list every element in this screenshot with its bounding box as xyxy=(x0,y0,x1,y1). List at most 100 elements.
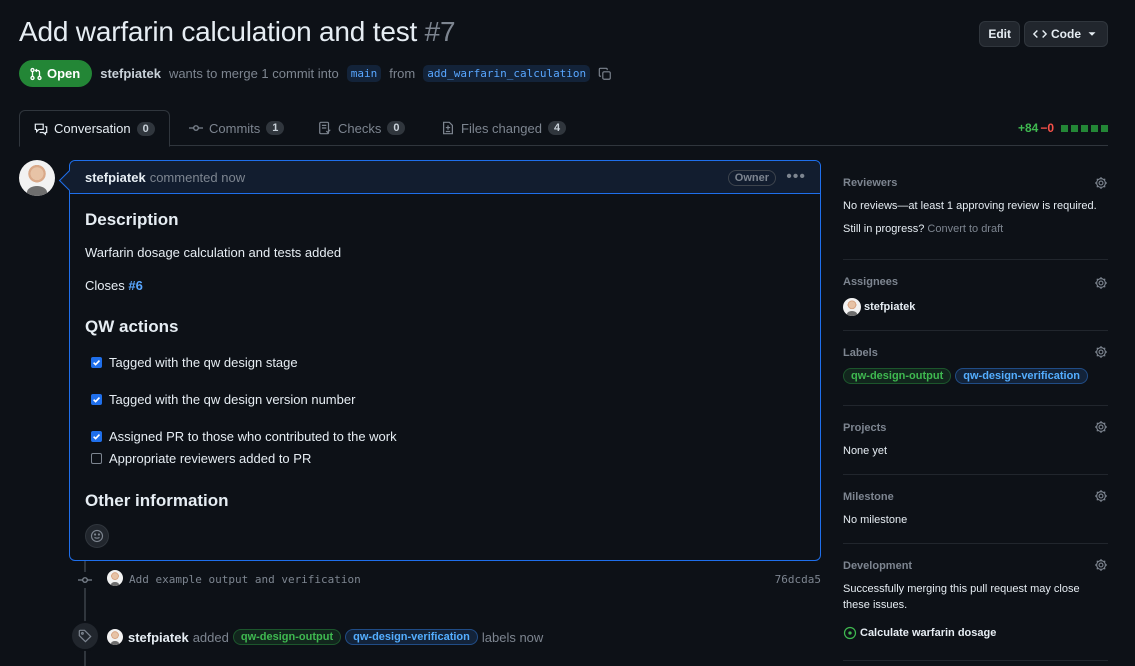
reaction-button[interactable] xyxy=(85,524,109,548)
task-item: Tagged with the qw design stage xyxy=(91,355,298,370)
section-title[interactable]: Labels xyxy=(843,347,878,359)
avatar[interactable] xyxy=(19,160,55,196)
section-title[interactable]: Reviewers xyxy=(843,177,897,189)
task-item: Assigned PR to those who contributed to … xyxy=(91,429,397,444)
comment-author[interactable]: stefpiatek xyxy=(85,170,146,185)
closes-text: Closes xyxy=(85,278,125,293)
file-diff-icon xyxy=(443,121,453,135)
head-branch[interactable]: add_warfarin_calculation xyxy=(423,65,591,82)
gear-icon[interactable] xyxy=(1094,345,1108,359)
commit-icon xyxy=(189,125,203,131)
sidebar-reviewers: Reviewers No reviews—at least 1 approvin… xyxy=(843,160,1108,260)
task-label: Tagged with the qw design version number xyxy=(109,392,356,407)
linked-issue[interactable]: Calculate warfarin dosage xyxy=(843,626,996,640)
gear-icon[interactable] xyxy=(1094,420,1108,434)
header-actions: Edit Code xyxy=(979,21,1108,47)
tab-conversation[interactable]: Conversation 0 xyxy=(19,110,170,147)
checkbox-checked[interactable] xyxy=(91,431,102,442)
copy-icon[interactable] xyxy=(598,67,612,81)
section-title[interactable]: Development xyxy=(843,560,912,572)
sidebar-development: Development Successfully merging this pu… xyxy=(843,544,1108,661)
sidebar-projects: Projects None yet xyxy=(843,406,1108,475)
issue-link[interactable]: #6 xyxy=(128,278,142,293)
event-author[interactable]: stefpiatek xyxy=(128,630,189,645)
convert-to-draft-link[interactable]: Convert to draft xyxy=(927,223,1003,235)
task-label: Appropriate reviewers added to PR xyxy=(109,451,312,466)
closes-line: Closes #6 xyxy=(85,278,143,293)
diffstat: +84 −0 xyxy=(1018,121,1108,135)
comment-discussion-icon xyxy=(34,123,48,136)
task-item: Tagged with the qw design version number xyxy=(91,392,355,407)
comment-action: commented now xyxy=(149,169,246,185)
author-link[interactable]: stefpiatek xyxy=(100,66,161,81)
diffstat-block xyxy=(1101,124,1108,132)
edit-button[interactable]: Edit xyxy=(979,21,1020,47)
development-text-2: these issues. xyxy=(843,599,908,611)
linked-issue-title: Calculate warfarin dosage xyxy=(860,627,997,639)
timeline-label-event xyxy=(70,621,100,651)
label-qw-design-output[interactable]: qw-design-output xyxy=(232,629,342,645)
gear-icon[interactable] xyxy=(1094,176,1108,190)
code-button[interactable]: Code xyxy=(1024,21,1108,47)
milestone-text: No milestone xyxy=(843,514,908,526)
event-action: added xyxy=(192,629,229,645)
commit-sha[interactable]: 76dcda5 xyxy=(775,573,821,586)
section-title[interactable]: Projects xyxy=(843,422,886,434)
code-button-label: Code xyxy=(1051,27,1081,41)
tab-checks[interactable]: Checks 0 xyxy=(304,110,419,146)
event-suffix: labels now xyxy=(481,629,544,645)
label-qw-design-verification[interactable]: qw-design-verification xyxy=(955,368,1089,384)
task-item: Appropriate reviewers added to PR xyxy=(91,451,311,466)
pr-meta: Open stefpiatek wants to merge 1 commit … xyxy=(19,60,612,87)
avatar[interactable] xyxy=(107,570,123,586)
gear-icon[interactable] xyxy=(1094,489,1108,503)
tab-label: Checks xyxy=(338,120,382,136)
diffstat-block xyxy=(1081,124,1088,132)
gear-icon[interactable] xyxy=(1094,558,1108,572)
tab-count: 0 xyxy=(387,121,406,135)
diffstat-block xyxy=(1061,124,1068,132)
description-text: Warfarin dosage calculation and tests ad… xyxy=(85,245,342,260)
check-icon xyxy=(93,396,101,403)
projects-text: None yet xyxy=(843,445,888,457)
check-icon xyxy=(93,433,101,440)
pull-request-icon xyxy=(30,67,42,80)
tab-commits[interactable]: Commits 1 xyxy=(175,110,298,146)
checkbox-checked[interactable] xyxy=(91,394,102,405)
tab-files-changed[interactable]: Files changed 4 xyxy=(427,110,580,146)
state-badge: Open xyxy=(19,60,93,87)
base-branch[interactable]: main xyxy=(346,65,382,82)
state-label: Open xyxy=(47,66,81,81)
chevron-down-icon xyxy=(1088,32,1096,36)
tab-count: 0 xyxy=(136,121,155,136)
tag-icon xyxy=(78,629,92,643)
label-list: qw-design-output qw-design-verification xyxy=(843,368,1089,384)
checkbox-unchecked[interactable] xyxy=(91,453,102,464)
gear-icon[interactable] xyxy=(1094,276,1108,290)
commit-message[interactable]: Add example output and verification xyxy=(129,573,361,586)
merge-text: wants to merge 1 commit into xyxy=(168,66,339,81)
section-title[interactable]: Assignees xyxy=(843,276,898,288)
pr-number: #7 xyxy=(424,16,456,47)
smiley-icon xyxy=(90,529,104,543)
task-label: Assigned PR to those who contributed to … xyxy=(109,429,397,444)
comment-header: stefpiatek commented now Owner ••• xyxy=(70,161,820,194)
tab-label: Commits xyxy=(209,120,261,136)
section-title[interactable]: Milestone xyxy=(843,491,894,503)
development-text-1: Successfully merging this pull request m… xyxy=(843,583,1080,595)
avatar[interactable] xyxy=(843,298,861,316)
diffstat-block xyxy=(1071,124,1078,132)
reviewers-text: No reviews—at least 1 approving review i… xyxy=(843,200,1097,212)
assignee-name[interactable]: stefpiatek xyxy=(864,301,915,313)
diffstat-deletions: −0 xyxy=(1040,121,1054,135)
checkbox-checked[interactable] xyxy=(91,357,102,368)
from-text: from xyxy=(389,66,416,81)
label-qw-design-verification[interactable]: qw-design-verification xyxy=(345,629,478,645)
tab-count: 4 xyxy=(547,121,567,135)
progress-line: Still in progress? Convert to draft xyxy=(843,223,1003,235)
tab-label: Files changed xyxy=(461,120,542,136)
other-heading: Other information xyxy=(85,491,229,510)
kebab-menu-icon[interactable]: ••• xyxy=(786,168,806,186)
avatar[interactable] xyxy=(107,629,123,645)
label-qw-design-output[interactable]: qw-design-output xyxy=(843,368,952,384)
